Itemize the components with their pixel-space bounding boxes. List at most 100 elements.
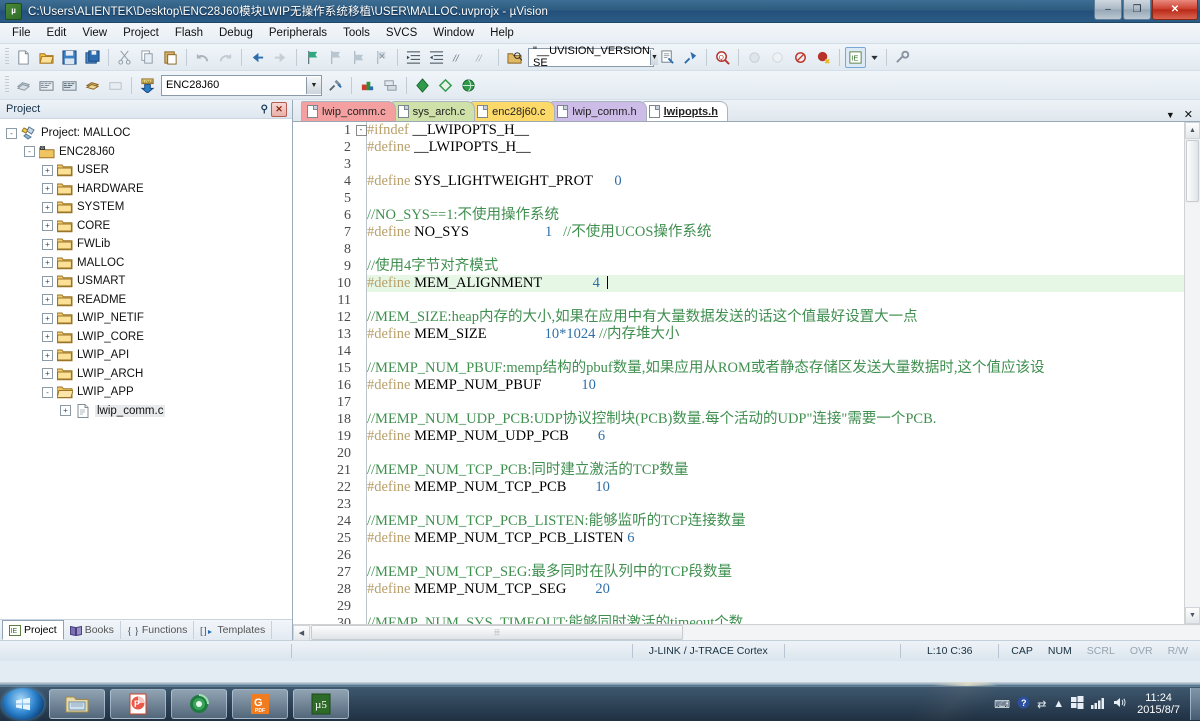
network-tray-icon[interactable]: ⇄ <box>1037 698 1046 711</box>
close-button[interactable]: ✕ <box>1152 0 1198 20</box>
batch-build-icon[interactable] <box>82 75 103 96</box>
taskbar-uvision[interactable]: µ5 <box>293 689 349 719</box>
tree-node-readme[interactable]: + README <box>6 291 292 310</box>
tree-node-core[interactable]: + CORE <box>6 217 292 236</box>
bookmark-next-icon[interactable] <box>348 47 369 68</box>
tree-node-enc28j60[interactable]: - ENC28J60 <box>6 143 292 162</box>
redo-icon[interactable] <box>215 47 236 68</box>
code-line[interactable]: //MEMP_NUM_TCP_PCB_LISTEN:能够监听的TCP连接数量 <box>367 513 1184 530</box>
start-button[interactable] <box>2 688 44 720</box>
expand-icon[interactable]: + <box>42 349 53 361</box>
signal-tray-icon[interactable] <box>1091 697 1106 712</box>
code-line[interactable] <box>367 394 1184 411</box>
find-in-files-icon[interactable] <box>504 47 525 68</box>
comment-icon[interactable]: // <box>449 47 470 68</box>
expand-icon[interactable]: + <box>42 275 53 287</box>
menu-item-flash[interactable]: Flash <box>167 25 211 41</box>
expand-icon[interactable]: + <box>42 183 53 195</box>
panel-tab-books[interactable]: Books <box>64 621 121 639</box>
tree-node-lwip-arch[interactable]: + LWIP_ARCH <box>6 365 292 384</box>
code-line[interactable]: #define MEMP_NUM_TCP_SEG 20 <box>367 581 1184 598</box>
find-combo[interactable]: "__UVISION_VERSION SE ▼ <box>528 45 658 69</box>
scroll-up-arrow[interactable]: ▲ <box>1185 122 1200 139</box>
code-line[interactable]: #define MEMP_NUM_UDP_PCB 6 <box>367 428 1184 445</box>
tree-node-lwip-core[interactable]: + LWIP_CORE <box>6 328 292 347</box>
editor-tab-lwipopts-h[interactable]: lwipopts.h <box>642 101 728 121</box>
tree-node-lwip-api[interactable]: + LWIP_API <box>6 346 292 365</box>
menu-item-help[interactable]: Help <box>482 25 522 41</box>
editor-horizontal-scrollbar[interactable]: ◀ ⦙⦙⦙ <box>293 624 1200 641</box>
vertical-scroll-track[interactable] <box>1185 203 1200 607</box>
uncomment-icon[interactable]: // <box>472 47 493 68</box>
taskbar-clock[interactable]: 11:24 2015/8/7 <box>1131 692 1186 716</box>
collapse-icon[interactable]: - <box>42 386 53 398</box>
manage-project-items-icon[interactable] <box>357 75 378 96</box>
kill-breakpoints-icon[interactable] <box>790 47 811 68</box>
tree-node-hardware[interactable]: + HARDWARE <box>6 180 292 199</box>
expand-icon[interactable]: + <box>42 312 53 324</box>
code-line[interactable]: #define MEMP_NUM_TCP_PCB 10 <box>367 479 1184 496</box>
taskbar-explorer[interactable] <box>49 689 105 719</box>
incremental-find-icon[interactable] <box>680 47 701 68</box>
expand-icon[interactable]: + <box>42 164 53 176</box>
menu-item-window[interactable]: Window <box>425 25 482 41</box>
download-icon[interactable]: LOAD <box>137 75 158 96</box>
code-line[interactable] <box>367 241 1184 258</box>
code-line[interactable]: #ifndef __LWIPOPTS_H__ <box>367 122 1184 139</box>
expand-icon[interactable]: + <box>42 294 53 306</box>
code-line[interactable]: //使用4字节对齐模式 <box>367 258 1184 275</box>
code-line[interactable]: //NO_SYS==1:不使用操作系统 <box>367 207 1184 224</box>
tree-node-lwip-app[interactable]: - LWIP_APP <box>6 383 292 402</box>
svcs-icon[interactable] <box>458 75 479 96</box>
build-icon[interactable] <box>36 75 57 96</box>
project-window-dropdown-icon[interactable] <box>868 47 881 68</box>
outdent-icon[interactable] <box>426 47 447 68</box>
tree-node-usmart[interactable]: + USMART <box>6 272 292 291</box>
fold-column[interactable]: - <box>355 122 367 624</box>
editor-tab-lwip-comm-h[interactable]: lwip_comm.h <box>551 101 647 121</box>
scroll-left-arrow[interactable]: ◀ <box>293 624 310 641</box>
paste-icon[interactable] <box>160 47 181 68</box>
show-desktop-button[interactable] <box>1190 688 1200 720</box>
code-line[interactable]: #define SYS_LIGHTWEIGHT_PROT 0 <box>367 173 1184 190</box>
find-in-files-button-icon[interactable] <box>657 47 678 68</box>
show-hidden-icons[interactable]: ▲ <box>1053 698 1064 710</box>
taskbar-foxit-pdf[interactable]: G PDF <box>232 689 288 719</box>
editor-vertical-scrollbar[interactable]: ▲ ▼ <box>1184 122 1200 624</box>
bookmark-toggle-icon[interactable] <box>302 47 323 68</box>
code-line[interactable] <box>367 445 1184 462</box>
collapse-icon[interactable]: - <box>6 127 17 139</box>
code-line[interactable] <box>367 156 1184 173</box>
menu-item-file[interactable]: File <box>4 25 39 41</box>
menu-item-svcs[interactable]: SVCS <box>378 25 425 41</box>
stop-build-icon[interactable] <box>105 75 126 96</box>
tree-node-lwip-netif[interactable]: + LWIP_NETIF <box>6 309 292 328</box>
chevron-down-icon[interactable]: ▼ <box>306 76 321 94</box>
tree-node-project-malloc[interactable]: - Project: MALLOC <box>6 124 292 143</box>
code-line[interactable]: //MEMP_NUM_TCP_SEG:最多同时在队列中的TCP段数量 <box>367 564 1184 581</box>
pack-installer-icon[interactable] <box>412 75 433 96</box>
menu-item-tools[interactable]: Tools <box>335 25 378 41</box>
horizontal-scroll-track[interactable] <box>684 625 1200 640</box>
close-icon[interactable]: ✕ <box>271 101 287 117</box>
panel-tab-functions[interactable]: { } Functions <box>121 621 195 639</box>
code-line[interactable] <box>367 598 1184 615</box>
project-window-icon[interactable]: IE <box>845 46 866 68</box>
close-icon[interactable]: ✕ <box>1184 108 1193 121</box>
tree-node-lwip-comm-c[interactable]: + lwip_comm.c <box>6 402 292 421</box>
code-line[interactable]: //MEMP_NUM_TCP_PCB:同时建立激活的TCP数量 <box>367 462 1184 479</box>
horizontal-scroll-thumb[interactable]: ⦙⦙⦙ <box>311 625 683 640</box>
bookmark-prev-icon[interactable] <box>325 47 346 68</box>
expand-icon[interactable]: + <box>42 238 53 250</box>
expand-icon[interactable]: + <box>42 331 53 343</box>
taskbar-powerpoint[interactable]: P <box>110 689 166 719</box>
indent-icon[interactable] <box>403 47 424 68</box>
code-lines[interactable]: #ifndef __LWIPOPTS_H__ #define __LWIPOPTS… <box>367 122 1184 624</box>
code-editor[interactable]: 1 2 3 4 5 6 7 8 9 10 11 12 13 14 15 16 17 18 19 20 21 22 23 24 2… <box>293 122 1200 624</box>
expand-icon[interactable]: + <box>60 405 71 417</box>
save-all-icon[interactable] <box>82 47 103 68</box>
code-line[interactable]: #define NO_SYS 1 //不使用UCOS操作系统 <box>367 224 1184 241</box>
maximize-button[interactable]: ❐ <box>1123 0 1151 20</box>
expand-icon[interactable]: + <box>42 257 53 269</box>
pin-icon[interactable]: ⚲ <box>261 104 268 115</box>
